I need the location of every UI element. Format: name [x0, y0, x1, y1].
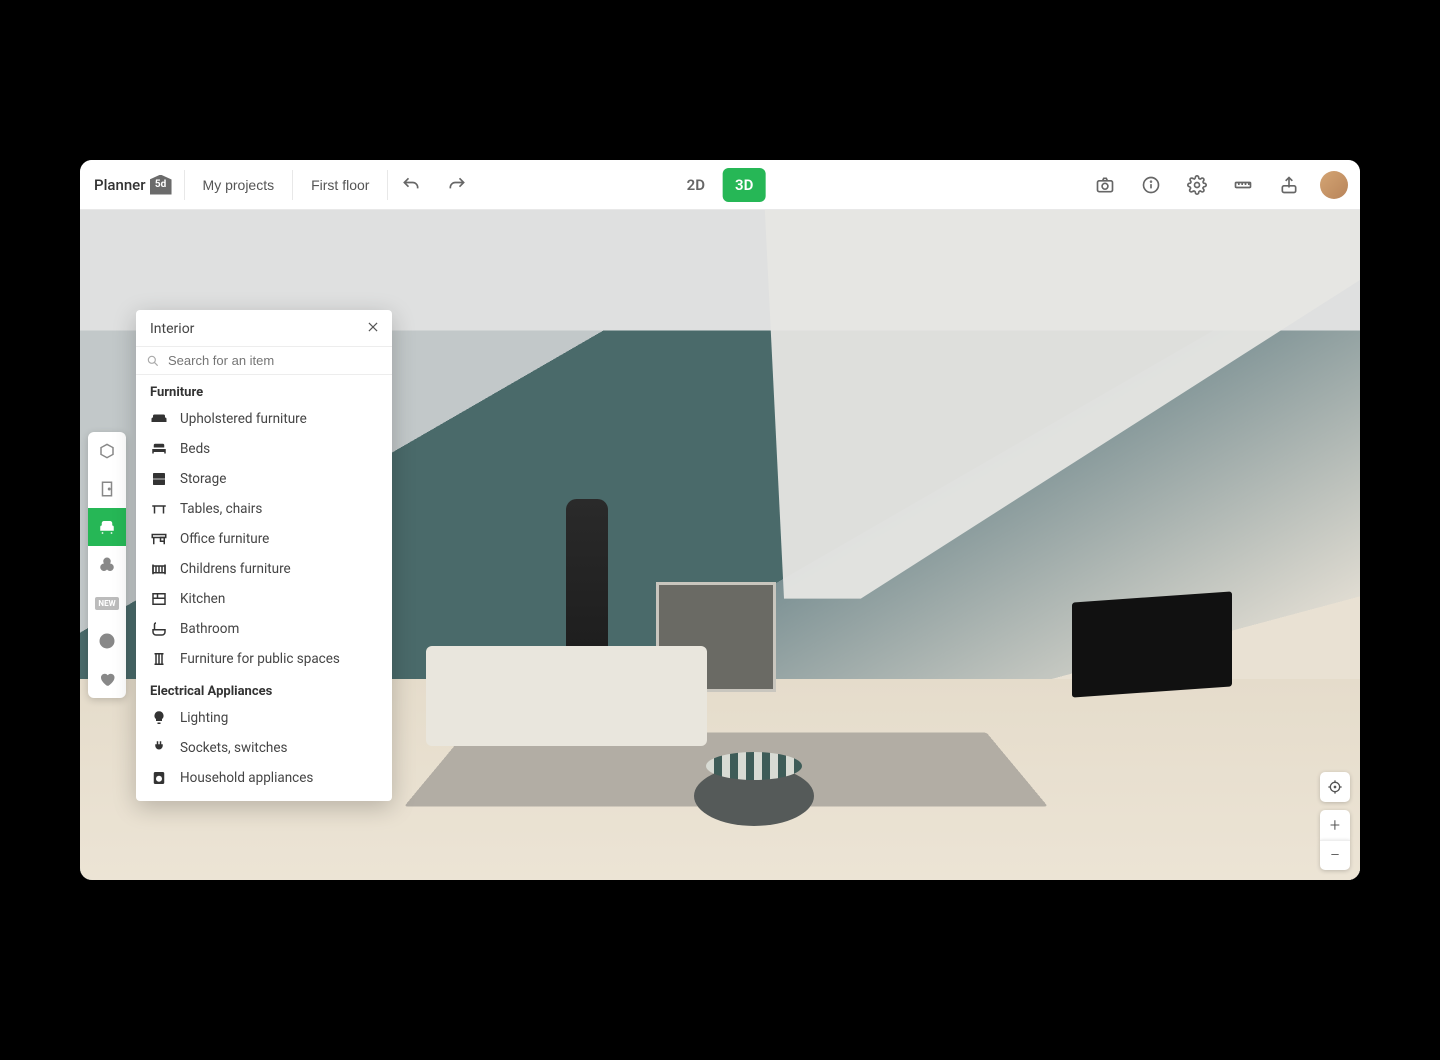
panel-item-tables[interactable]: Tables, chairs	[136, 494, 392, 524]
catalog-panel: Interior Furniture Upholstered furniture…	[136, 310, 392, 801]
scene-tv	[1072, 592, 1232, 698]
search-icon	[146, 354, 160, 368]
panel-section-furniture: Furniture	[136, 375, 392, 404]
info-icon	[1141, 175, 1161, 195]
panel-item-label: Office furniture	[180, 531, 269, 547]
undo-button[interactable]	[388, 160, 434, 210]
logo-brand: Planner	[94, 176, 146, 194]
toolbar: Planner 5d My projects First floor 2D 3D	[80, 160, 1360, 210]
panel-item-upholstered[interactable]: Upholstered furniture	[136, 404, 392, 434]
rail-item-interior[interactable]	[88, 508, 126, 546]
new-badge-icon: NEW	[95, 597, 118, 610]
panel-section-electrical: Electrical Appliances	[136, 674, 392, 703]
toolbar-right	[1082, 160, 1360, 210]
app-window: Planner 5d My projects First floor 2D 3D	[80, 160, 1360, 880]
appliance-icon	[150, 769, 168, 787]
panel-item-label: Bathroom	[180, 621, 239, 637]
logo-badge: 5d	[150, 175, 172, 195]
info-button[interactable]	[1128, 160, 1174, 210]
panel-item-lighting[interactable]: Lighting	[136, 703, 392, 733]
canvas-3d-viewport[interactable]: NEW Interior Furniture	[80, 210, 1360, 880]
panel-item-storage[interactable]: Storage	[136, 464, 392, 494]
panel-item-office[interactable]: Office furniture	[136, 524, 392, 554]
panel-item-label: Beds	[180, 441, 210, 457]
panel-item-label: Sockets, switches	[180, 740, 287, 756]
door-icon	[98, 480, 116, 498]
view-toggle: 2D 3D	[675, 168, 766, 202]
undo-icon	[401, 175, 421, 195]
column-icon	[150, 650, 168, 668]
crosshair-icon	[1327, 779, 1343, 795]
redo-button[interactable]	[434, 160, 480, 210]
panel-close-button[interactable]	[366, 320, 380, 338]
view-3d-button[interactable]: 3D	[723, 168, 765, 202]
measure-button[interactable]	[1220, 160, 1266, 210]
panel-item-beds[interactable]: Beds	[136, 434, 392, 464]
rail-item-new[interactable]: NEW	[88, 584, 126, 622]
redo-icon	[447, 175, 467, 195]
heart-icon	[98, 670, 116, 688]
panel-item-label: Household appliances	[180, 770, 313, 786]
panel-item-kitchen[interactable]: Kitchen	[136, 584, 392, 614]
avatar[interactable]	[1320, 171, 1348, 199]
bathtub-icon	[150, 620, 168, 638]
settings-button[interactable]	[1174, 160, 1220, 210]
view-2d-button[interactable]: 2D	[675, 168, 717, 202]
scene-sofa	[426, 646, 708, 747]
panel-item-label: Tables, chairs	[180, 501, 262, 517]
panel-item-bathroom[interactable]: Bathroom	[136, 614, 392, 644]
panel-item-label: Lighting	[180, 710, 228, 726]
category-rail: NEW	[88, 432, 126, 698]
close-icon	[366, 320, 380, 334]
recenter-button[interactable]	[1320, 772, 1350, 802]
panel-search[interactable]	[136, 346, 392, 375]
floor-selector[interactable]: First floor	[293, 160, 387, 210]
tree-icon	[98, 556, 116, 574]
scene-ceiling	[400, 210, 1360, 599]
sofa-icon	[150, 410, 168, 428]
panel-item-label: Childrens furniture	[180, 561, 291, 577]
bulb-icon	[150, 709, 168, 727]
view-controls: + −	[1320, 772, 1350, 870]
clock-icon	[98, 632, 116, 650]
rail-item-favorites[interactable]	[88, 660, 126, 698]
table-icon	[150, 500, 168, 518]
dresser-icon	[150, 470, 168, 488]
kitchen-icon	[150, 590, 168, 608]
share-icon	[1279, 175, 1299, 195]
zoom-in-button[interactable]: +	[1320, 810, 1350, 840]
plug-icon	[150, 739, 168, 757]
panel-title: Interior	[150, 321, 194, 337]
cube-icon	[98, 442, 116, 460]
camera-icon	[1095, 175, 1115, 195]
panel-item-label: Storage	[180, 471, 226, 487]
panel-item-sockets[interactable]: Sockets, switches	[136, 733, 392, 763]
ruler-icon	[1233, 175, 1253, 195]
logo[interactable]: Planner 5d	[80, 175, 184, 195]
zoom-out-button[interactable]: −	[1320, 840, 1350, 870]
snapshot-button[interactable]	[1082, 160, 1128, 210]
panel-header: Interior	[136, 310, 392, 346]
armchair-icon	[98, 518, 116, 536]
gear-icon	[1187, 175, 1207, 195]
my-projects-button[interactable]: My projects	[185, 160, 293, 210]
panel-item-label: Furniture for public spaces	[180, 651, 340, 667]
rail-item-rooms[interactable]	[88, 432, 126, 470]
panel-item-label: Kitchen	[180, 591, 225, 607]
rail-item-recent[interactable]	[88, 622, 126, 660]
desk-icon	[150, 530, 168, 548]
panel-item-label: Upholstered furniture	[180, 411, 307, 427]
panel-item-children[interactable]: Childrens furniture	[136, 554, 392, 584]
zoom-control: + −	[1320, 810, 1350, 870]
rail-item-exterior[interactable]	[88, 546, 126, 584]
bed-icon	[150, 440, 168, 458]
crib-icon	[150, 560, 168, 578]
panel-item-appliances[interactable]: Household appliances	[136, 763, 392, 793]
search-input[interactable]	[168, 353, 382, 368]
panel-item-public[interactable]: Furniture for public spaces	[136, 644, 392, 674]
share-button[interactable]	[1266, 160, 1312, 210]
rail-item-doors[interactable]	[88, 470, 126, 508]
